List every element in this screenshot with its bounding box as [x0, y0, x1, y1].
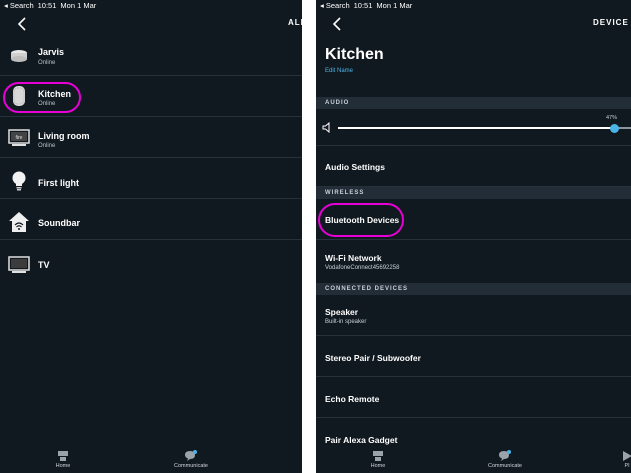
section-audio: AUDIO	[316, 97, 631, 109]
wifi-network-name: VodafoneConnect45692258	[325, 265, 400, 271]
back-arrow-icon[interactable]	[15, 16, 29, 32]
status-bar: ◂ Search 10:51 Mon 1 Mar	[316, 0, 412, 11]
echo-remote-item[interactable]: Echo Remote	[316, 377, 631, 418]
audio-settings-item[interactable]: Audio Settings	[316, 146, 631, 187]
device-row-first-light[interactable]: First light	[0, 158, 302, 199]
volume-slider-fill	[338, 127, 614, 129]
speaker-volume-icon	[322, 122, 330, 133]
device-row-tv[interactable]: TV	[0, 240, 302, 281]
status-bar: ◂ Search 10:51 Mon 1 Mar	[0, 0, 96, 11]
home-wifi-icon	[8, 211, 30, 233]
device-name: Soundbar	[38, 218, 80, 228]
section-connected-devices: CONNECTED DEVICES	[316, 283, 631, 295]
device-row-jarvis[interactable]: Jarvis Online	[0, 35, 302, 76]
page-title: Kitchen	[325, 46, 384, 63]
speaker-label: Speaker	[325, 307, 359, 317]
device-row-living-room[interactable]: fire Living room Online	[0, 117, 302, 158]
device-settings-link[interactable]: DEVICE S	[593, 18, 631, 27]
tab-communicate[interactable]: Communicate	[171, 450, 211, 469]
device-name: First light	[38, 178, 79, 188]
stereo-pair-label: Stereo Pair / Subwoofer	[325, 353, 421, 363]
echo-dot-icon	[8, 44, 30, 66]
device-status: Online	[38, 143, 56, 149]
edit-name-link[interactable]: Edit Name	[325, 68, 353, 74]
device-list-panel: ◂ Search10:51Mon 1 Mar ALL Jarvis Online…	[0, 0, 302, 473]
highlight-circle	[318, 203, 404, 237]
fire-tv-icon: fire	[8, 126, 30, 148]
tab-home[interactable]: Home	[51, 450, 75, 469]
all-devices-link[interactable]: ALL	[288, 18, 302, 27]
date-label: Mon 1 Mar	[60, 1, 97, 10]
back-arrow-icon[interactable]	[330, 16, 344, 32]
date-label: Mon 1 Mar	[376, 1, 413, 10]
highlight-circle	[3, 82, 81, 113]
stereo-pair-item[interactable]: Stereo Pair / Subwoofer	[316, 336, 631, 377]
volume-label: 47%	[606, 115, 618, 121]
tv-icon	[8, 253, 30, 275]
home-icon	[58, 451, 68, 461]
tab-bar: Home Communicate	[0, 448, 302, 473]
light-bulb-icon	[8, 170, 30, 192]
clock: 10:51	[37, 1, 57, 10]
section-wireless: WIRELESS	[316, 187, 631, 199]
audio-settings-label: Audio Settings	[325, 162, 385, 172]
pair-alexa-gadget-label: Pair Alexa Gadget	[325, 435, 398, 445]
device-status: Online	[38, 60, 56, 66]
tab-play[interactable]: Pl	[620, 450, 631, 469]
chat-bubble-icon	[185, 450, 197, 461]
wifi-network-item[interactable]: Wi-Fi Network VodafoneConnect45692258	[316, 240, 631, 283]
chat-bubble-icon	[499, 450, 511, 461]
home-icon	[373, 451, 383, 461]
carrier-label[interactable]: ◂ Search	[320, 1, 350, 10]
echo-remote-label: Echo Remote	[325, 394, 380, 404]
svg-text:fire: fire	[16, 135, 23, 141]
play-icon	[623, 451, 631, 461]
speaker-item[interactable]: Speaker Built-in speaker	[316, 295, 631, 336]
tab-bar: Home Communicate Pl	[316, 448, 631, 473]
volume-row: 47%	[316, 109, 631, 146]
tab-communicate[interactable]: Communicate	[485, 450, 525, 469]
device-row-soundbar[interactable]: Soundbar	[0, 199, 302, 240]
volume-slider[interactable]	[338, 123, 631, 133]
clock: 10:51	[353, 1, 373, 10]
volume-slider-knob[interactable]	[609, 123, 619, 133]
device-name: Jarvis	[38, 47, 65, 57]
device-name: Living room	[38, 131, 90, 141]
tab-home[interactable]: Home	[366, 450, 390, 469]
device-name: TV	[38, 260, 50, 270]
speaker-sub: Built-in speaker	[325, 319, 367, 325]
carrier-label[interactable]: ◂ Search	[4, 1, 34, 10]
wifi-network-label: Wi-Fi Network	[325, 253, 382, 263]
device-settings-panel: ◂ Search10:51Mon 1 Mar DEVICE S Kitchen …	[316, 0, 631, 473]
